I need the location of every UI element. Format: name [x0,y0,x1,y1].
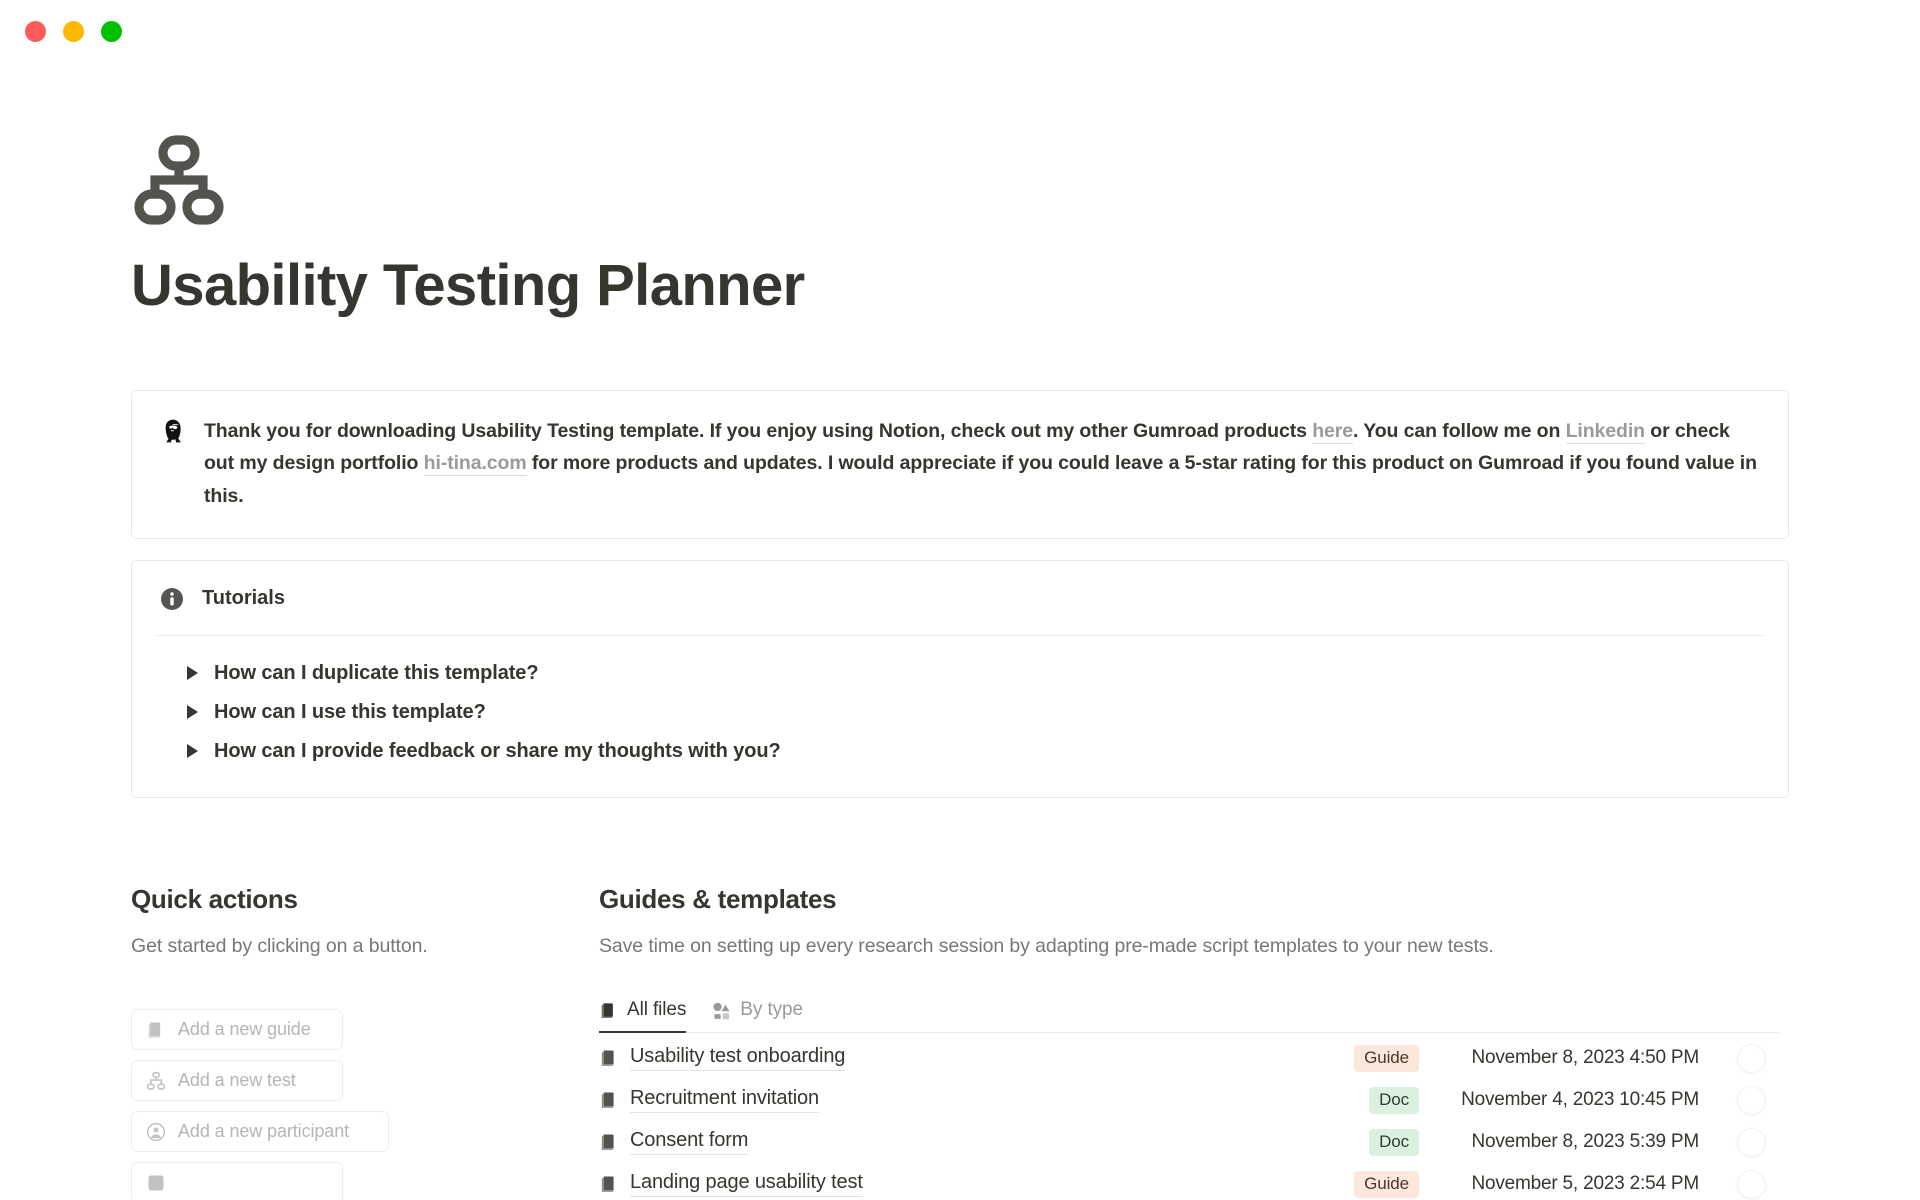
guides-file-list: Usability test onboarding Guide November… [599,1037,1779,1200]
book-icon [599,1001,618,1020]
book-icon [146,1020,166,1040]
avatar[interactable] [1737,1086,1765,1114]
table-row[interactable]: Usability test onboarding Guide November… [599,1037,1779,1079]
status-badge: Guide [1354,1044,1419,1072]
app-window: Usability Testing Planner Thank you for … [0,0,1920,1200]
guides-templates-section: Guides & templates Save time on setting … [593,884,1789,1200]
tag-cell: Guide [1299,1044,1419,1072]
tag-cell: Doc [1299,1086,1419,1114]
avatar[interactable] [1737,1044,1765,1072]
linkedin-link[interactable]: Linkedin [1565,419,1645,444]
book-icon [599,1174,619,1194]
file-date: November 8, 2023 4:50 PM [1471,1047,1699,1069]
tag-cell: Doc [1299,1128,1419,1156]
person-circle-icon [146,1122,166,1142]
quick-actions-subtitle: Get started by clicking on a button. [131,934,428,957]
tutorial-toggle-label: How can I provide feedback or share my t… [214,739,781,762]
add-new-item-button-partial[interactable] [131,1162,343,1200]
status-badge: Doc [1369,1086,1419,1114]
guides-subtitle: Save time on setting up every research s… [599,934,1494,957]
add-new-participant-button[interactable]: Add a new participant [131,1111,389,1153]
tutorial-toggle-use[interactable]: How can I use this template? [160,693,1760,732]
book-icon [599,1132,619,1152]
chevron-right-icon[interactable] [187,666,198,681]
tag-cell: Guide [1299,1170,1419,1198]
table-row[interactable]: Landing page usability test Guide Novemb… [599,1163,1779,1200]
guides-tabs: All files By type [599,999,1789,1034]
hierarchy-icon [146,1071,166,1091]
tab-by-type-label: By type [740,999,803,1021]
gumroad-here-link[interactable]: here [1312,419,1353,444]
status-badge: Doc [1369,1128,1419,1156]
table-row[interactable]: Recruitment invitation Doc November 4, 2… [599,1079,1779,1121]
chevron-right-icon[interactable] [187,705,198,720]
thanks-callout-text: Thank you for downloading Usability Test… [204,415,1760,512]
tutorial-toggle-label: How can I use this template? [214,700,486,723]
tab-by-type[interactable]: By type [712,999,803,1033]
tutorial-toggle-duplicate[interactable]: How can I duplicate this template? [160,654,1760,693]
quick-actions-buttons: Add a new guide Add a new test Add a new… [131,1009,593,1200]
page-content: Usability Testing Planner Thank you for … [0,0,1920,1200]
avatar-cell [1723,1086,1779,1114]
add-new-participant-label: Add a new participant [178,1121,350,1142]
avatar-cell [1723,1128,1779,1156]
file-name-cell: Usability test onboarding [599,1045,1299,1072]
add-new-test-label: Add a new test [178,1070,296,1091]
quick-actions-title: Quick actions [131,883,298,914]
avatar[interactable] [1737,1128,1765,1156]
info-icon [160,587,184,611]
file-name-link[interactable]: Recruitment invitation [630,1087,819,1114]
tutorials-toggle-list: How can I duplicate this template? How c… [132,636,1788,797]
tutorial-toggle-label: How can I duplicate this template? [214,661,539,684]
hierarchy-icon[interactable] [131,132,227,228]
file-name-link[interactable]: Consent form [630,1129,748,1156]
tab-all-files[interactable]: All files [599,999,687,1034]
tutorials-title: Tutorials [202,587,285,610]
chevron-right-icon[interactable] [187,744,198,759]
tutorial-toggle-feedback[interactable]: How can I provide feedback or share my t… [160,732,1760,771]
add-new-guide-button[interactable]: Add a new guide [131,1009,343,1051]
file-name-cell: Consent form [599,1129,1299,1156]
add-new-guide-label: Add a new guide [178,1019,311,1040]
page-title: Usability Testing Planner [131,253,805,318]
thanks-text-part-1: Thank you for downloading Usability Test… [204,419,1313,442]
partial-icon [146,1173,166,1193]
avatar-cell [1723,1044,1779,1072]
table-row[interactable]: Consent form Doc November 8, 2023 5:39 P… [599,1121,1779,1163]
file-date: November 4, 2023 10:45 PM [1461,1089,1699,1111]
file-name-link[interactable]: Landing page usability test [630,1171,863,1198]
guides-tabs-wrapper: All files By type [599,999,1789,1034]
status-badge: Guide [1354,1170,1419,1198]
thanks-text-part-2: . You can follow me on [1353,419,1566,442]
lower-columns: Quick actions Get started by clicking on… [131,884,1789,1200]
thanks-callout: Thank you for downloading Usability Test… [131,389,1789,539]
add-new-test-button[interactable]: Add a new test [131,1060,343,1102]
file-date: November 8, 2023 5:39 PM [1471,1131,1699,1153]
quick-actions-section: Quick actions Get started by clicking on… [131,884,593,1200]
tutorials-header: Tutorials [132,561,1788,635]
file-date: November 5, 2023 2:54 PM [1471,1173,1699,1195]
file-name-cell: Recruitment invitation [599,1087,1299,1114]
tab-all-files-label: All files [627,999,687,1021]
guides-title: Guides & templates [599,883,837,914]
file-name-link[interactable]: Usability test onboarding [630,1045,845,1072]
tutorials-callout: Tutorials How can I duplicate this templ… [131,559,1789,798]
file-name-cell: Landing page usability test [599,1171,1299,1198]
avatar-cell [1723,1170,1779,1198]
book-icon [599,1048,619,1068]
portfolio-link[interactable]: hi-tina.com [423,452,527,477]
group-shapes-icon [712,1001,731,1020]
woman-with-sunglasses-emoji-icon [160,418,186,444]
avatar[interactable] [1737,1170,1765,1198]
book-icon [599,1090,619,1110]
